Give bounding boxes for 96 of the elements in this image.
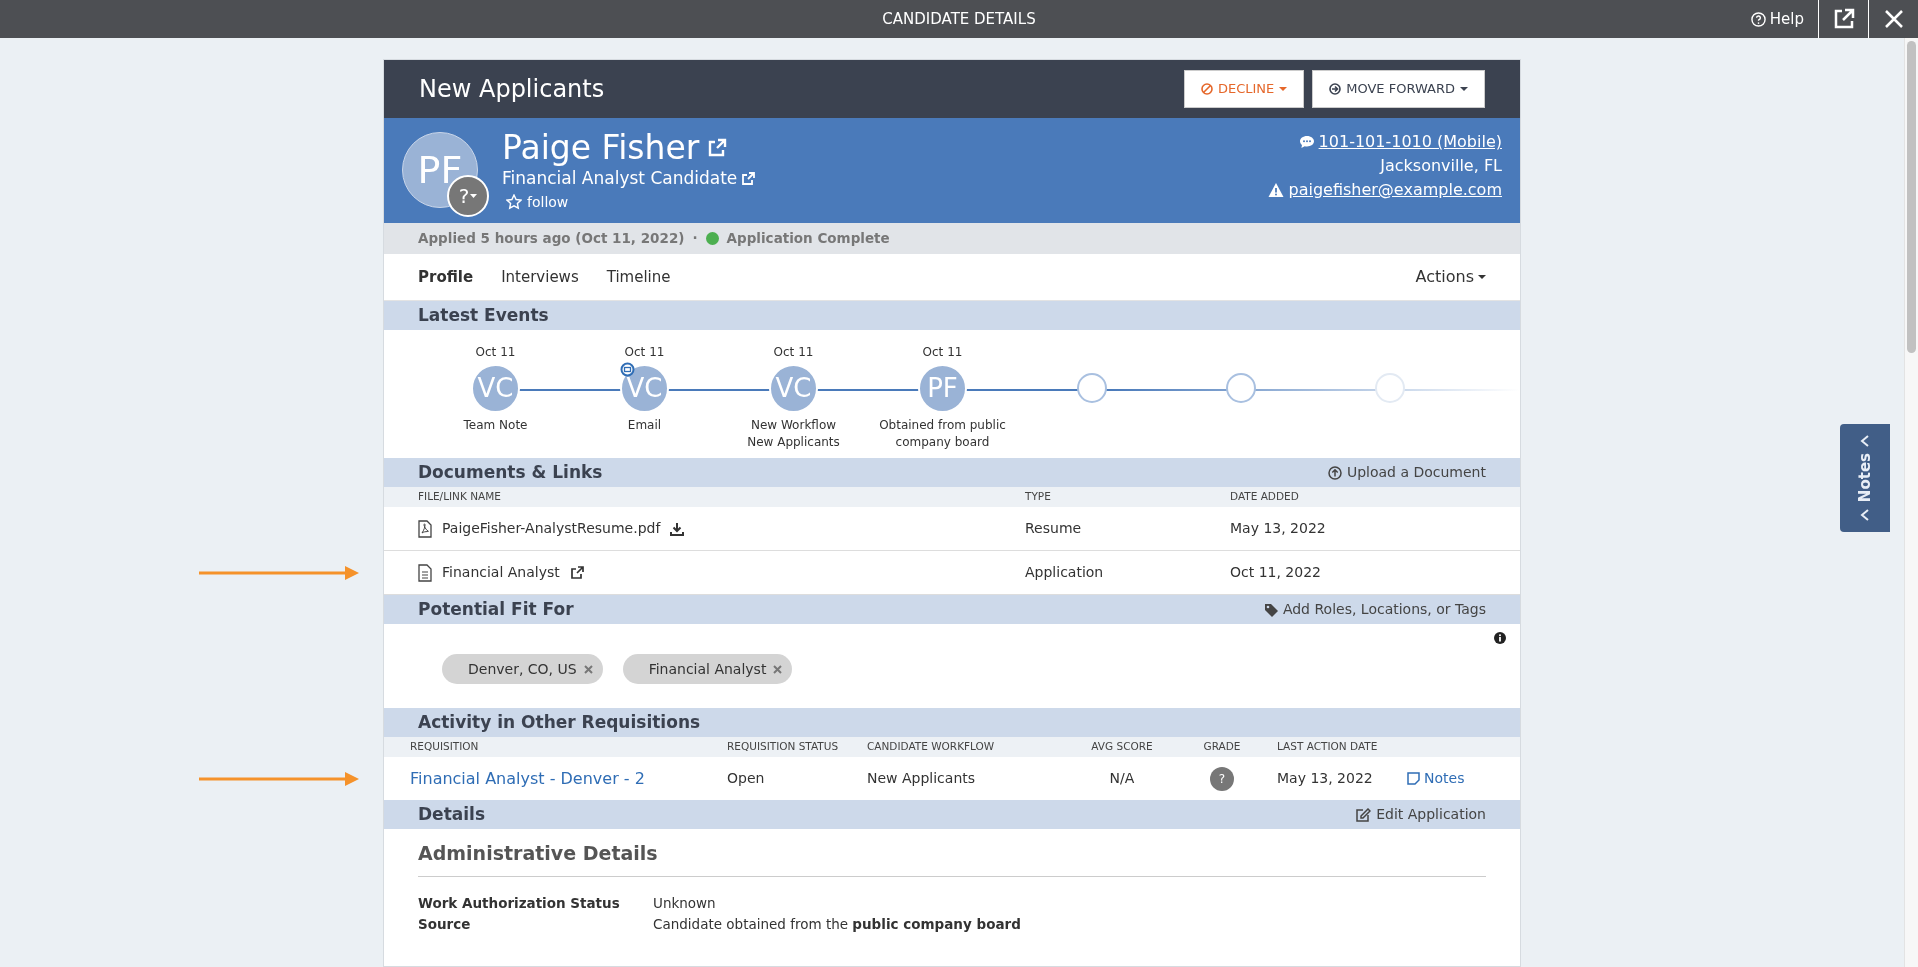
table-cell-text: Open: [727, 769, 766, 788]
table-cell-text: May 13, 2022: [1277, 769, 1374, 788]
section-title: Potential Fit For: [418, 597, 574, 621]
scrollbar[interactable]: [1904, 38, 1918, 967]
external-link-icon: [707, 138, 728, 159]
section-action-link[interactable]: Edit Application: [1356, 804, 1486, 825]
empty-timeline-node: [1374, 373, 1405, 403]
external-link-icon: [741, 172, 756, 187]
column-header: CANDIDATE WORKFLOW: [867, 739, 996, 755]
column-header: TYPE: [1025, 489, 1052, 505]
table-cell-text: New Applicants: [867, 769, 977, 788]
file-link[interactable]: PaigeFisher-AnalystResume.pdf: [442, 518, 661, 539]
event-date: Oct 11: [773, 344, 814, 360]
chevron-icon: [1860, 435, 1870, 448]
phone-link[interactable]: 101-101-1010 (Mobile): [1318, 130, 1502, 154]
info-icon: [1494, 632, 1506, 644]
pdf-file-icon: [418, 519, 432, 538]
event-avatar: VC: [769, 364, 818, 413]
table-cell-text: N/A: [1108, 769, 1136, 788]
section-title: Activity in Other Requisitions: [418, 710, 701, 734]
event-avatar: VC: [620, 364, 669, 413]
tab[interactable]: Interviews: [487, 265, 593, 289]
section-title: Latest Events: [418, 303, 549, 327]
field-value: Unknown: [653, 893, 716, 913]
table-cell-text: Oct 11, 2022: [1230, 563, 1321, 582]
column-header: LAST ACTION DATE: [1277, 739, 1379, 755]
arrow-circle-icon: [1329, 83, 1342, 95]
remove-icon: [583, 664, 593, 674]
candidate-name: Paige Fisher: [502, 130, 700, 167]
actions-dropdown[interactable]: Actions: [1415, 265, 1486, 289]
caret-icon: [1478, 275, 1486, 279]
field-label: Work Authorization Status: [418, 893, 621, 913]
email-link[interactable]: paigefisher@example.com: [1288, 178, 1502, 202]
remove-icon: [773, 664, 783, 674]
grade-badge[interactable]: ?: [447, 175, 489, 217]
event-label: Email: [627, 417, 662, 434]
stage-title: New Applicants: [419, 74, 605, 105]
chevron-icon: [1860, 508, 1870, 521]
tag-chip[interactable]: Denver, CO, US: [442, 654, 603, 684]
field-label: Source: [418, 914, 472, 934]
download-icon: [670, 521, 685, 536]
location-text: Jacksonville, FL: [1380, 155, 1502, 177]
empty-timeline-node: [1225, 373, 1256, 403]
table-cell-text: Application: [1025, 563, 1105, 582]
column-header: AVG SCORE: [1090, 739, 1154, 755]
requisition-link[interactable]: Financial Analyst - Denver - 2: [410, 768, 645, 788]
move-forward-button[interactable]: MOVE FORWARD: [1312, 70, 1485, 108]
close-icon: [1883, 9, 1904, 29]
candidate-headline: Financial Analyst Candidate: [502, 167, 738, 191]
caret-icon: [1460, 87, 1468, 91]
grade-badge: ?: [1210, 766, 1234, 791]
tag-chip[interactable]: Financial Analyst: [622, 654, 793, 684]
section-title: Documents & Links: [418, 460, 603, 484]
column-header: DATE ADDED: [1230, 489, 1299, 505]
star-icon: [506, 194, 522, 211]
follow-link[interactable]: follow: [506, 191, 756, 213]
column-header: GRADE: [1202, 739, 1242, 755]
section-action-link[interactable]: Add Roles, Locations, or Tags: [1263, 599, 1486, 620]
table-cell-text: May 13, 2022: [1230, 519, 1326, 538]
event-date: Oct 11: [624, 344, 665, 360]
tab[interactable]: Profile: [418, 265, 488, 289]
subsection-title: Administrative Details: [418, 837, 1486, 877]
event-avatar: PF: [918, 364, 967, 413]
column-header: FILE/LINK NAME: [418, 489, 502, 505]
notes-link[interactable]: Notes: [1407, 768, 1465, 789]
note-icon: [1407, 772, 1420, 785]
separator-dot: ·: [692, 229, 698, 249]
help-icon: [1750, 11, 1766, 27]
cancel-icon: [1200, 83, 1213, 95]
event-date: Oct 11: [475, 344, 516, 360]
event-date: Oct 11: [922, 344, 963, 360]
table-cell-text: Resume: [1025, 519, 1083, 538]
column-header: REQUISITION STATUS: [727, 739, 840, 755]
document-link[interactable]: Financial Analyst: [442, 562, 560, 583]
event-label: Obtained from public company board: [879, 417, 1006, 452]
upload-icon: [1327, 465, 1342, 480]
chat-icon: [1298, 134, 1315, 150]
caret-icon: [1279, 87, 1288, 91]
section-action-link[interactable]: Upload a Document: [1327, 462, 1486, 483]
help-link[interactable]: Help: [1750, 7, 1818, 31]
section-title: Details: [418, 802, 485, 826]
notes-tab[interactable]: Notes: [1840, 424, 1890, 532]
edit-icon: [1356, 807, 1372, 822]
tab[interactable]: Timeline: [592, 265, 685, 289]
column-header: REQUISITION: [410, 739, 480, 755]
document-icon: [418, 563, 432, 582]
external-link-icon: [569, 565, 584, 580]
event-label: Team Note: [463, 417, 528, 434]
event-label: New Workflow New Applicants: [747, 417, 840, 452]
field-value: Candidate obtained from the public company board: [653, 914, 1021, 934]
applied-text: Applied 5 hours ago (Oct 11, 2022): [418, 229, 685, 249]
status-text: Application Complete: [726, 229, 890, 249]
empty-timeline-node: [1076, 373, 1107, 403]
window-title: CANDIDATE DETAILS: [882, 8, 1036, 30]
event-avatar: VC: [471, 364, 520, 413]
tag-icon: [1263, 602, 1278, 617]
